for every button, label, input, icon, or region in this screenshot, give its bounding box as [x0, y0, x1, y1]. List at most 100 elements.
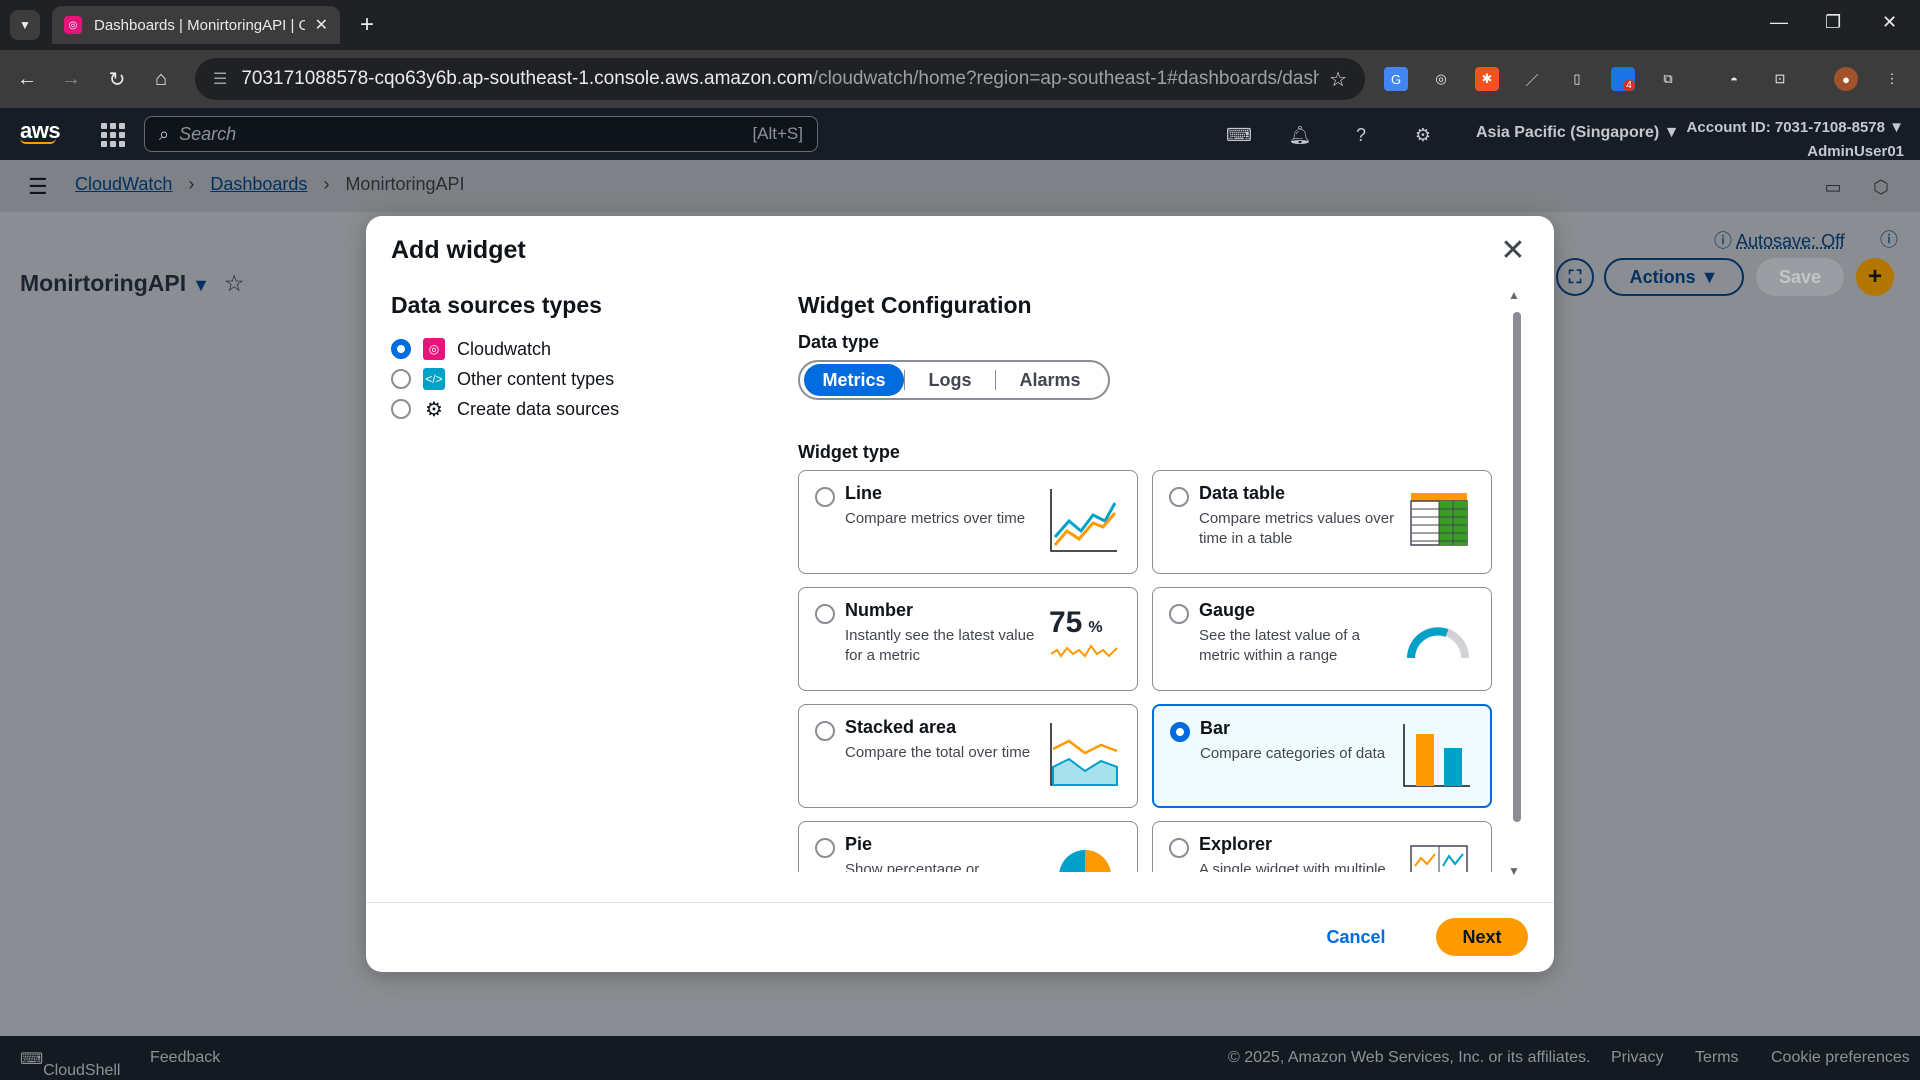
tab-title: Dashboards | MonirtoringAPI | C	[94, 16, 305, 34]
save-button[interactable]: Save	[1756, 258, 1844, 296]
tab-search-icon[interactable]: ▼	[10, 10, 40, 40]
radio-unselected[interactable]	[391, 369, 411, 389]
region-selector[interactable]: Asia Pacific (Singapore) ▼	[1476, 124, 1679, 142]
phone-extension-icon[interactable]: ▯	[1565, 67, 1589, 91]
feedback-link[interactable]: Feedback	[150, 1049, 220, 1067]
aws-search-input[interactable]: ⌕ Search [Alt+S]	[144, 116, 818, 152]
copyright-text: © 2025, Amazon Web Services, Inc. or its…	[1228, 1049, 1591, 1066]
widget-card-bar[interactable]: Bar Compare categories of data	[1152, 704, 1492, 808]
url-host: 703171088578-cqo63y6b.ap-southeast-1.con…	[241, 68, 813, 89]
radio-unselected[interactable]	[815, 604, 835, 624]
breadcrumb-cloudwatch[interactable]: CloudWatch	[75, 174, 172, 195]
pie-chart-icon	[1059, 850, 1111, 872]
settings-gear-icon[interactable]: ⚙	[1412, 124, 1434, 146]
datasource-other-content[interactable]: </> Other content types	[391, 367, 614, 391]
puzzle-extensions-icon[interactable]: ⧉	[1656, 67, 1680, 91]
scroll-down-icon[interactable]: ▼	[1508, 864, 1520, 878]
cancel-button[interactable]: Cancel	[1316, 918, 1396, 956]
widget-desc: Compare categories of data	[1200, 745, 1386, 762]
widget-card-explorer[interactable]: Explorer A single widget with multiple t…	[1152, 821, 1492, 872]
browser-navbar: ← → ↻ ⌂ ☰ 703171088578-cqo63y6b.ap-south…	[0, 50, 1920, 108]
cloudshell-link[interactable]: ⌨ CloudShell	[20, 1049, 120, 1079]
scrollbar[interactable]	[1513, 312, 1521, 822]
address-bar[interactable]: ☰ 703171088578-cqo63y6b.ap-southeast-1.c…	[195, 58, 1365, 100]
radio-unselected[interactable]	[1169, 838, 1189, 858]
aws-logo-text: aws	[20, 118, 61, 143]
widget-desc: Compare the total over time	[845, 744, 1031, 761]
browser-menu-icon[interactable]: ⋮	[1880, 67, 1904, 91]
tab-close-icon[interactable]: ✕	[315, 15, 328, 35]
radio-selected[interactable]	[391, 339, 411, 359]
translate-extension-icon[interactable]: G	[1384, 67, 1408, 91]
code-icon: </>	[423, 368, 445, 390]
widget-card-data-table[interactable]: Data table Compare metrics values over t…	[1152, 470, 1492, 574]
radio-unselected[interactable]	[391, 399, 411, 419]
actions-button[interactable]: Actions ▼	[1604, 258, 1744, 296]
widget-title: Data table	[1199, 483, 1286, 503]
account-menu[interactable]: Account ID: 7031-7108-8578 ▼ AdminUser01	[1687, 116, 1904, 164]
add-widget-modal: Add widget ✕ Data sources types ◎ Cloudw…	[366, 216, 1554, 972]
badge-extension-icon[interactable]: 4	[1611, 67, 1635, 91]
hexagon-settings-icon[interactable]: ⬡	[1870, 176, 1892, 198]
minimize-icon[interactable]: —	[1770, 12, 1788, 33]
privacy-link[interactable]: Privacy	[1611, 1049, 1663, 1067]
gauge-icon	[1407, 627, 1469, 659]
monitor-icon[interactable]: ▭	[1822, 176, 1844, 198]
incognito-icon[interactable]: ◓	[1722, 67, 1746, 91]
restore-icon[interactable]: ❐	[1825, 12, 1841, 33]
add-widget-plus-icon[interactable]: +	[1856, 258, 1894, 296]
menu-hamburger-icon[interactable]: ☰	[28, 174, 48, 200]
radio-selected[interactable]	[1170, 722, 1190, 742]
screenshot-icon[interactable]: ⊡	[1768, 67, 1792, 91]
reload-icon[interactable]: ↻	[102, 64, 132, 94]
help-icon[interactable]: ?	[1350, 124, 1372, 146]
widget-card-line[interactable]: Line Compare metrics over time	[798, 470, 1138, 574]
next-button[interactable]: Next	[1436, 918, 1528, 956]
window-close-icon[interactable]: ✕	[1882, 12, 1897, 33]
terms-link[interactable]: Terms	[1695, 1049, 1739, 1067]
profile-avatar-icon[interactable]: ●	[1834, 67, 1858, 91]
page-info-icon[interactable]: ⓘ	[1878, 228, 1900, 250]
bookmark-star-icon[interactable]: ☆	[1329, 67, 1347, 92]
segment-metrics[interactable]: Metrics	[804, 364, 904, 396]
widget-card-pie[interactable]: Pie Show percentage or proportional data	[798, 821, 1138, 872]
caret-down-icon[interactable]: ▼	[192, 275, 210, 295]
cloudshell-label: CloudShell	[43, 1062, 121, 1079]
cloudshell-icon[interactable]: ⌨	[1226, 124, 1252, 146]
datasource-create[interactable]: ⚙ Create data sources	[391, 397, 619, 421]
cookie-preferences-link[interactable]: Cookie preferences	[1771, 1049, 1910, 1067]
radio-unselected[interactable]	[815, 487, 835, 507]
segment-alarms[interactable]: Alarms	[996, 364, 1104, 396]
orange-extension-icon[interactable]: ✱	[1475, 67, 1499, 91]
url-text: 703171088578-cqo63y6b.ap-southeast-1.con…	[241, 68, 1319, 90]
services-grid-icon[interactable]	[98, 120, 125, 147]
pen-extension-icon[interactable]: ／	[1520, 67, 1544, 91]
new-tab-icon[interactable]: +	[352, 10, 382, 40]
fullscreen-icon[interactable]: ⛶	[1556, 258, 1594, 296]
home-icon[interactable]: ⌂	[146, 64, 176, 94]
back-icon[interactable]: ←	[12, 64, 42, 94]
favorite-star-icon[interactable]: ☆	[224, 270, 245, 296]
widget-card-gauge[interactable]: Gauge See the latest value of a metric w…	[1152, 587, 1492, 691]
breadcrumb-dashboards[interactable]: Dashboards	[210, 174, 307, 195]
search-placeholder: Search	[179, 123, 237, 144]
widget-card-stacked-area[interactable]: Stacked area Compare the total over time	[798, 704, 1138, 808]
autosave-toggle[interactable]: ⓘ Autosave: Off	[1714, 227, 1845, 253]
radio-unselected[interactable]	[1169, 604, 1189, 624]
compass-extension-icon[interactable]: ◎	[1429, 67, 1453, 91]
datasource-cloudwatch[interactable]: ◎ Cloudwatch	[391, 337, 551, 361]
modal-close-icon[interactable]: ✕	[1498, 236, 1528, 266]
radio-unselected[interactable]	[815, 838, 835, 858]
forward-icon[interactable]: →	[56, 64, 86, 94]
aws-logo[interactable]: aws	[20, 118, 61, 144]
widget-card-number[interactable]: Number Instantly see the latest value fo…	[798, 587, 1138, 691]
scroll-up-icon[interactable]: ▲	[1508, 288, 1520, 302]
bar-chart-icon	[1403, 724, 1470, 787]
radio-unselected[interactable]	[815, 721, 835, 741]
segment-logs[interactable]: Logs	[905, 364, 995, 396]
browser-tab-active[interactable]: ◎ Dashboards | MonirtoringAPI | C ✕	[52, 6, 340, 44]
radio-unselected[interactable]	[1169, 487, 1189, 507]
site-info-icon[interactable]: ☰	[213, 69, 227, 89]
notifications-bell-icon[interactable]: 🔔︎	[1289, 124, 1312, 146]
widget-title: Line	[845, 483, 883, 503]
